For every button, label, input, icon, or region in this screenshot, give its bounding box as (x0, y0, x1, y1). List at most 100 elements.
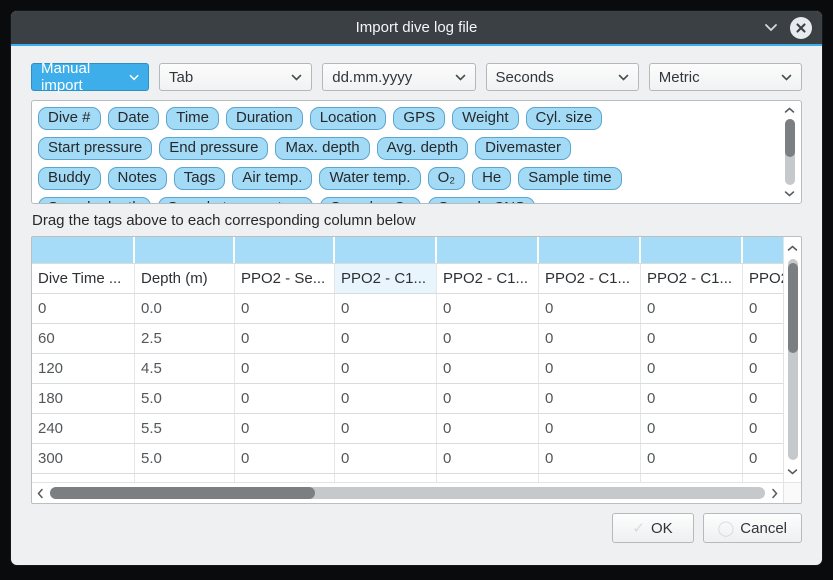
scroll-down-icon[interactable] (787, 462, 798, 480)
table-cell: 0 (437, 294, 539, 323)
dropdown-date-format[interactable]: dd.mm.yyyy (322, 63, 475, 91)
table-cell: 0 (437, 324, 539, 353)
table-cell: 0 (235, 294, 335, 323)
scrollbar-track[interactable] (788, 259, 798, 460)
column-drop-target[interactable] (235, 237, 335, 263)
tag-pill[interactable]: Dive # (38, 107, 101, 130)
column-header[interactable]: PPO2 - C1... (437, 264, 539, 293)
chevron-down-icon (291, 74, 302, 81)
tag-pill[interactable]: Notes (108, 167, 167, 190)
tag-pill[interactable]: Sample time (518, 167, 621, 190)
tag-pill[interactable]: Sample pO₂ (320, 197, 421, 204)
scroll-up-icon[interactable] (784, 104, 795, 117)
column-header[interactable]: Dive Time ... (32, 264, 135, 293)
dropdown-value: dd.mm.yyyy (332, 69, 412, 86)
column-drop-target[interactable] (641, 237, 743, 263)
dropdown-units[interactable]: Metric (649, 63, 802, 91)
scroll-left-icon[interactable] (37, 488, 44, 499)
scrollbar-track[interactable] (50, 487, 765, 499)
scroll-down-icon[interactable] (784, 187, 795, 200)
import-preview-table: Dive Time ...Depth (m)PPO2 - Se...PPO2 -… (31, 236, 802, 504)
column-header[interactable]: PPO2 - C1... (335, 264, 437, 293)
tag-pill[interactable]: Sample CNS (428, 197, 535, 204)
table-row: 1204.5000000 (32, 354, 783, 384)
tag-pill[interactable]: Sample depth (38, 197, 151, 204)
tag-pill[interactable]: Location (310, 107, 387, 130)
scroll-right-icon[interactable] (771, 488, 778, 499)
table-vertical-scrollbar[interactable] (783, 237, 801, 482)
column-drop-target[interactable] (135, 237, 235, 263)
table-cell: 0 (539, 354, 641, 383)
table-body: 00.0000000602.50000001204.50000001805.00… (32, 294, 783, 482)
column-header[interactable]: Depth (m) (135, 264, 235, 293)
column-drop-target[interactable] (437, 237, 539, 263)
tag-pill[interactable]: Sample temperature (158, 197, 314, 204)
tag-pill[interactable]: Weight (452, 107, 518, 130)
tag-row: Sample depth Sample temperature Sample pO₂… (38, 197, 775, 204)
scrollbar-corner (783, 482, 801, 503)
tag-panel: Dive # Date Time Duration Location GPS Weight C… (31, 100, 802, 204)
scroll-up-icon[interactable] (787, 239, 798, 257)
table-cell: 0 (235, 384, 335, 413)
tag-panel-scrollbar[interactable] (781, 104, 798, 200)
scrollbar-thumb[interactable] (50, 487, 315, 499)
column-header[interactable]: PPO2 - Se... (235, 264, 335, 293)
scrollbar-track[interactable] (785, 119, 795, 185)
scrollbar-thumb[interactable] (788, 263, 798, 353)
column-drop-target[interactable] (743, 237, 783, 263)
column-header[interactable]: PPO2 - C1... (641, 264, 743, 293)
table-cell: 0 (437, 444, 539, 473)
tag-pill[interactable]: Time (166, 107, 219, 130)
table-cell: 4.5 (135, 354, 235, 383)
tag-pill[interactable]: Tags (174, 167, 226, 190)
tag-pill[interactable]: Start pressure (38, 137, 152, 160)
column-drop-target[interactable] (32, 237, 135, 263)
table-cell: 5.5 (135, 414, 235, 443)
tag-pill[interactable]: Avg. depth (377, 137, 468, 160)
table-cell: 0 (437, 414, 539, 443)
column-header[interactable]: PPO2 - C1... (539, 264, 641, 293)
tag-pill[interactable]: Air temp. (232, 167, 312, 190)
tag-pill[interactable]: End pressure (159, 137, 268, 160)
column-header[interactable]: PPO2 - C1... (743, 264, 783, 293)
tag-row: Buddy Notes Tags Air temp. Water temp. O₂ He Sa… (38, 167, 775, 190)
column-drop-target[interactable] (539, 237, 641, 263)
ok-button[interactable]: ✓ OK (612, 513, 694, 543)
dropdown-duration-format[interactable]: Seconds (486, 63, 639, 91)
tag-pill[interactable]: Date (108, 107, 160, 130)
checkmark-icon: ✓ (632, 519, 645, 537)
tag-pill[interactable]: Water temp. (319, 167, 420, 190)
table-row: 602.5000000 (32, 324, 783, 354)
tag-rows: Dive # Date Time Duration Location GPS Weight C… (38, 107, 775, 204)
table-row: 00.0000000 (32, 294, 783, 324)
table-horizontal-scrollbar[interactable] (32, 482, 783, 503)
table-cell: 0 (743, 444, 783, 473)
titlebar[interactable]: Import dive log file (11, 11, 822, 44)
cancel-button[interactable]: ◯ Cancel (703, 513, 803, 543)
tag-pill[interactable]: Max. depth (275, 137, 369, 160)
import-dialog-window: Import dive log file Manual import Tab dd.… (10, 10, 823, 566)
tag-pill[interactable]: Cyl. size (526, 107, 603, 130)
column-drop-target[interactable] (335, 237, 437, 263)
tag-pill[interactable]: He (472, 167, 511, 190)
table-cell (32, 474, 135, 482)
tag-pill[interactable]: O₂ (428, 167, 466, 190)
dropdown-field-separator[interactable]: Tab (159, 63, 312, 91)
close-button[interactable] (790, 17, 812, 39)
table-cell: 0 (641, 444, 743, 473)
dropdown-import-mode[interactable]: Manual import (31, 63, 149, 91)
table-cell: 0 (335, 294, 437, 323)
tag-pill[interactable]: Divemaster (475, 137, 571, 160)
tag-pill[interactable]: Buddy (38, 167, 101, 190)
window-title: Import dive log file (11, 19, 822, 36)
tag-pill[interactable]: Duration (226, 107, 303, 130)
table-cell: 0 (235, 414, 335, 443)
shade-chevron-down-icon[interactable] (764, 23, 778, 32)
scrollbar-thumb[interactable] (785, 119, 795, 157)
table-cell: 0 (743, 324, 783, 353)
tag-pill[interactable]: GPS (393, 107, 445, 130)
table-cell: 180 (32, 384, 135, 413)
table-cell: 5.0 (135, 444, 235, 473)
dropdown-value: Tab (169, 69, 193, 86)
table-cell (437, 474, 539, 482)
